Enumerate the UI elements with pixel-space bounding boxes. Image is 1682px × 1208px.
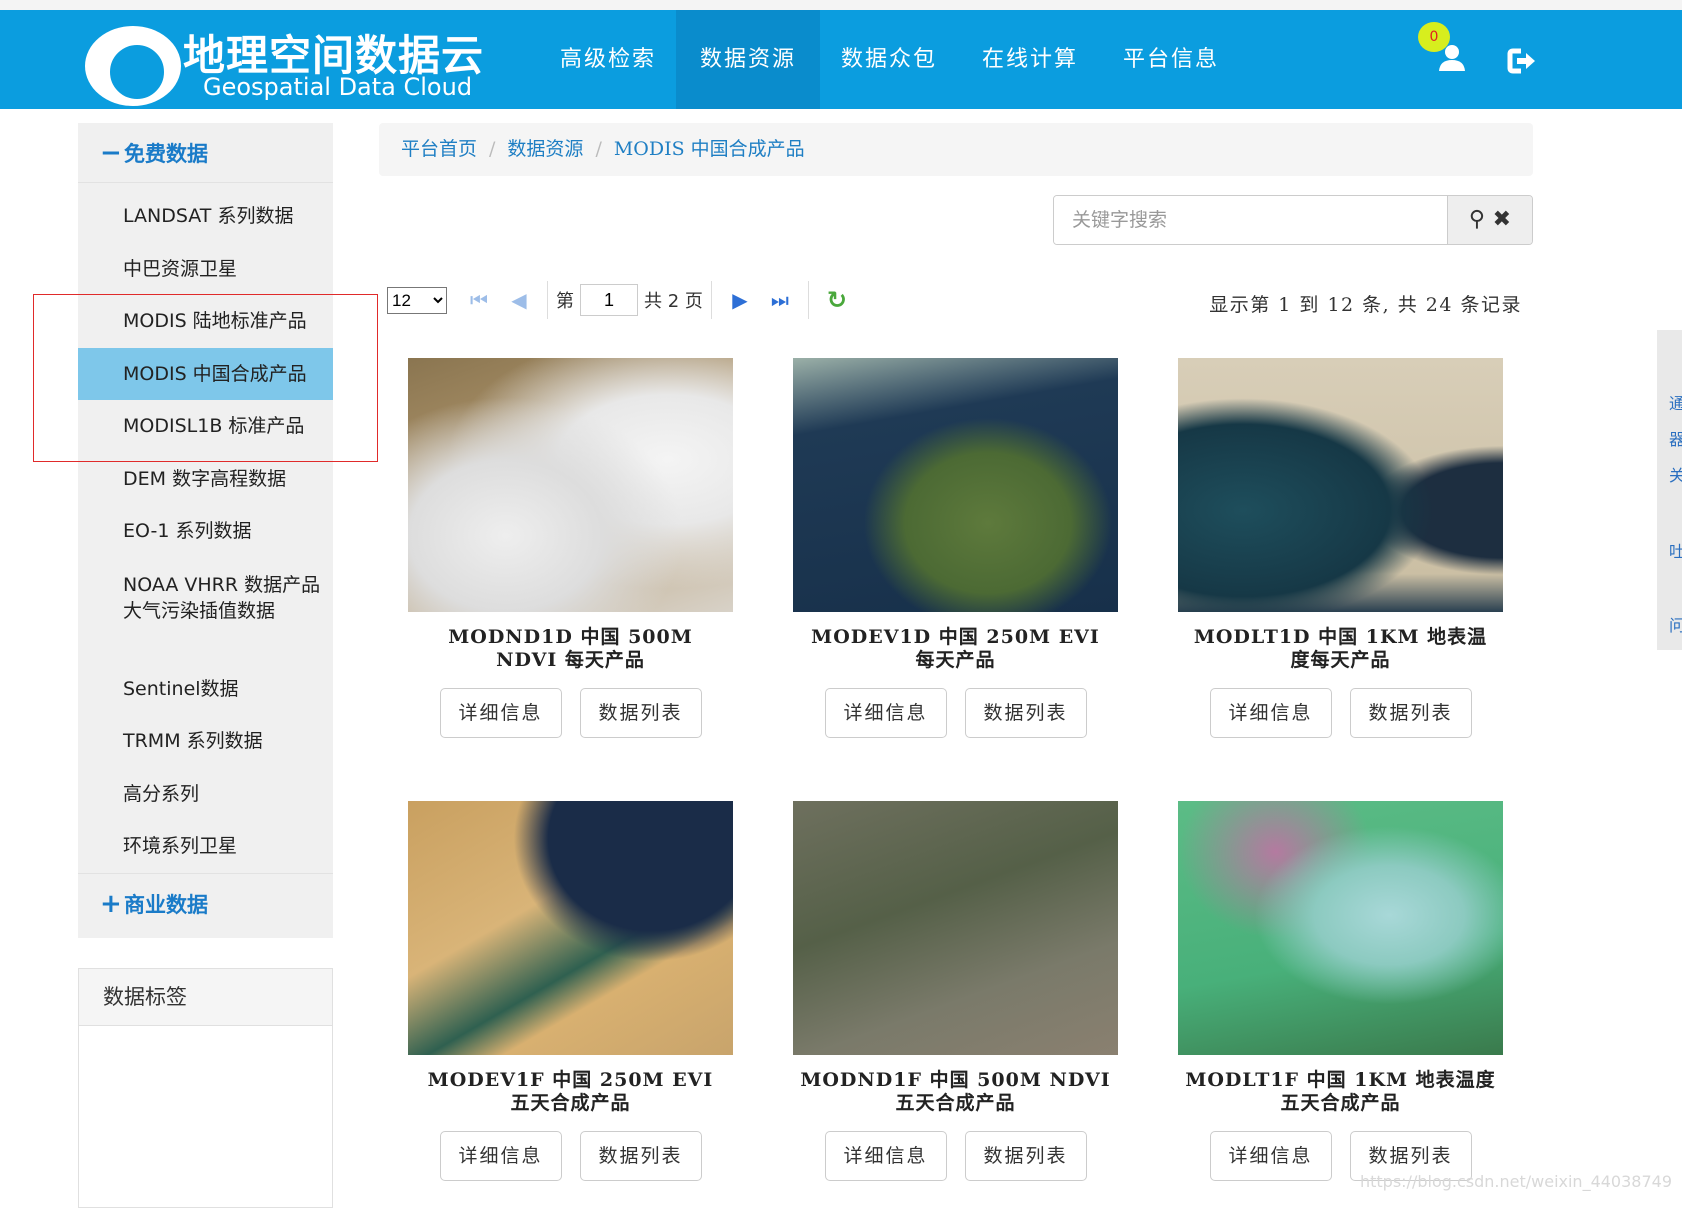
site-logo[interactable]: 地理空间数据云 Geospatial Data Cloud	[85, 18, 515, 106]
float-item[interactable]: 关	[1669, 462, 1682, 486]
clear-icon[interactable]: ✖	[1493, 207, 1511, 232]
product-thumbnail[interactable]	[1178, 801, 1503, 1055]
commercial-data-title: 商业数据	[124, 891, 208, 917]
highlight-annotation	[33, 294, 378, 462]
float-item[interactable]: 通	[1669, 390, 1682, 414]
product-thumbnail[interactable]	[793, 801, 1118, 1055]
details-button[interactable]: 详细信息	[824, 688, 947, 738]
data-list-button[interactable]: 数据列表	[1349, 688, 1472, 738]
page-label: 第	[556, 291, 574, 312]
data-list-button[interactable]: 数据列表	[964, 1131, 1087, 1181]
divider	[807, 281, 809, 319]
data-list-button[interactable]: 数据列表	[964, 688, 1087, 738]
next-page-icon[interactable]: ▶	[720, 288, 760, 312]
pagination: 12 ⏮ ◀ 第 共 2 页 ▶ ⏭ ↻	[387, 281, 857, 319]
logo-en: Geospatial Data Cloud	[203, 73, 473, 101]
free-data-title: 免费数据	[124, 141, 208, 166]
search-icon[interactable]: ⚲	[1469, 207, 1485, 232]
breadcrumb-current: MODIS 中国合成产品	[613, 138, 805, 160]
product-thumbnail[interactable]	[793, 358, 1118, 612]
top-header: 地理空间数据云 Geospatial Data Cloud 高级检索 数据资源 …	[0, 10, 1682, 109]
browser-strip	[0, 0, 1682, 10]
float-item[interactable]: 吐	[1669, 538, 1682, 562]
total-pages: 共 2 页	[644, 291, 703, 312]
product-card: MODND1D 中国 500M NDVI 每天产品 详细信息 数据列表	[408, 358, 733, 738]
logout-icon[interactable]	[1507, 48, 1537, 74]
page-number-input[interactable]	[580, 284, 638, 316]
page-size-select[interactable]: 12	[387, 286, 447, 314]
product-thumbnail[interactable]	[1178, 358, 1503, 612]
product-title[interactable]: MODEV1F 中国 250M EVI 五天合成产品	[408, 1069, 733, 1115]
watermark: https://blog.csdn.net/weixin_44038749	[1359, 1172, 1672, 1191]
search-input[interactable]	[1054, 196, 1449, 244]
data-tags-title: 数据标签	[79, 969, 332, 1026]
product-card: MODEV1D 中国 250M EVI 每天产品 详细信息 数据列表	[793, 358, 1118, 738]
sidebar-item-landsat[interactable]: LANDSAT 系列数据	[78, 190, 333, 243]
globe-cloud-icon	[85, 26, 181, 106]
product-title[interactable]: MODLT1F 中国 1KM 地表温度五天合成产品	[1178, 1069, 1503, 1115]
breadcrumb-sep: /	[595, 138, 602, 160]
sidebar: − 免费数据 LANDSAT 系列数据 中巴资源卫星 MODIS 陆地标准产品 M…	[78, 123, 333, 938]
float-item[interactable]: 器	[1669, 426, 1682, 450]
user-icon[interactable]	[1438, 44, 1466, 72]
noaa-label: NOAA VHRR 数据产品	[123, 573, 321, 596]
search-box: ⚲ ✖	[1053, 195, 1533, 245]
product-title[interactable]: MODLT1D 中国 1KM 地表温度每天产品	[1178, 626, 1503, 672]
breadcrumb: 平台首页 / 数据资源 / MODIS 中国合成产品	[379, 123, 1533, 176]
product-title[interactable]: MODND1D 中国 500M NDVI 每天产品	[408, 626, 733, 672]
details-button[interactable]: 详细信息	[439, 1131, 562, 1181]
floating-side-panel[interactable]: 通 器 关 吐 问	[1657, 330, 1682, 650]
product-card: MODLT1F 中国 1KM 地表温度五天合成产品 详细信息 数据列表	[1178, 801, 1503, 1181]
first-page-icon[interactable]: ⏮	[459, 288, 499, 312]
data-tags-panel: 数据标签	[78, 968, 333, 1208]
nav-advanced-search[interactable]: 高级检索	[536, 10, 680, 109]
divider	[710, 281, 712, 319]
commercial-data-header[interactable]: + 商业数据	[78, 872, 333, 933]
product-thumbnail[interactable]	[408, 358, 733, 612]
prev-page-icon[interactable]: ◀	[499, 288, 539, 312]
breadcrumb-sep: /	[489, 138, 496, 160]
details-button[interactable]: 详细信息	[1209, 688, 1332, 738]
data-list-button[interactable]: 数据列表	[579, 688, 702, 738]
free-data-header[interactable]: − 免费数据	[78, 123, 333, 183]
last-page-icon[interactable]: ⏭	[760, 288, 800, 312]
details-button[interactable]: 详细信息	[1209, 1131, 1332, 1181]
expand-icon: +	[100, 888, 122, 919]
product-card: MODEV1F 中国 250M EVI 五天合成产品 详细信息 数据列表	[408, 801, 733, 1181]
sidebar-item-gaofen[interactable]: 高分系列	[78, 768, 333, 821]
sidebar-item-env[interactable]: 环境系列卫星	[78, 820, 333, 873]
nav-online-compute[interactable]: 在线计算	[958, 10, 1102, 109]
breadcrumb-resources[interactable]: 数据资源	[507, 138, 583, 160]
records-info: 显示第 1 到 12 条, 共 24 条记录	[1209, 294, 1522, 316]
search-clear-buttons[interactable]: ⚲ ✖	[1447, 196, 1532, 244]
sidebar-item-trmm[interactable]: TRMM 系列数据	[78, 715, 333, 768]
nav-platform-info[interactable]: 平台信息	[1099, 10, 1243, 109]
sidebar-item-sentinel[interactable]: Sentinel数据	[78, 663, 333, 716]
details-button[interactable]: 详细信息	[439, 688, 562, 738]
data-list-button[interactable]: 数据列表	[579, 1131, 702, 1181]
nav-data-resources[interactable]: 数据资源	[676, 10, 821, 109]
collapse-icon: −	[100, 138, 122, 168]
nav-crowdsourcing[interactable]: 数据众包	[817, 10, 961, 109]
refresh-icon[interactable]: ↻	[817, 286, 857, 314]
sidebar-item-cbers[interactable]: 中巴资源卫星	[78, 243, 333, 296]
details-button[interactable]: 详细信息	[824, 1131, 947, 1181]
product-card: MODLT1D 中国 1KM 地表温度每天产品 详细信息 数据列表	[1178, 358, 1503, 738]
sidebar-item-eo1[interactable]: EO-1 系列数据	[78, 505, 333, 558]
product-title[interactable]: MODND1F 中国 500M NDVI 五天合成产品	[793, 1069, 1118, 1115]
float-item[interactable]: 问	[1669, 612, 1682, 636]
divider	[547, 281, 548, 319]
breadcrumb-home[interactable]: 平台首页	[401, 138, 477, 160]
sidebar-item-noaa[interactable]: NOAA VHRR 数据产品 大气污染插值数据	[78, 558, 333, 663]
air-pollution-label[interactable]: 大气污染插值数据	[123, 598, 329, 624]
product-card: MODND1F 中国 500M NDVI 五天合成产品 详细信息 数据列表	[793, 801, 1118, 1181]
product-thumbnail[interactable]	[408, 801, 733, 1055]
product-title[interactable]: MODEV1D 中国 250M EVI 每天产品	[793, 626, 1118, 672]
